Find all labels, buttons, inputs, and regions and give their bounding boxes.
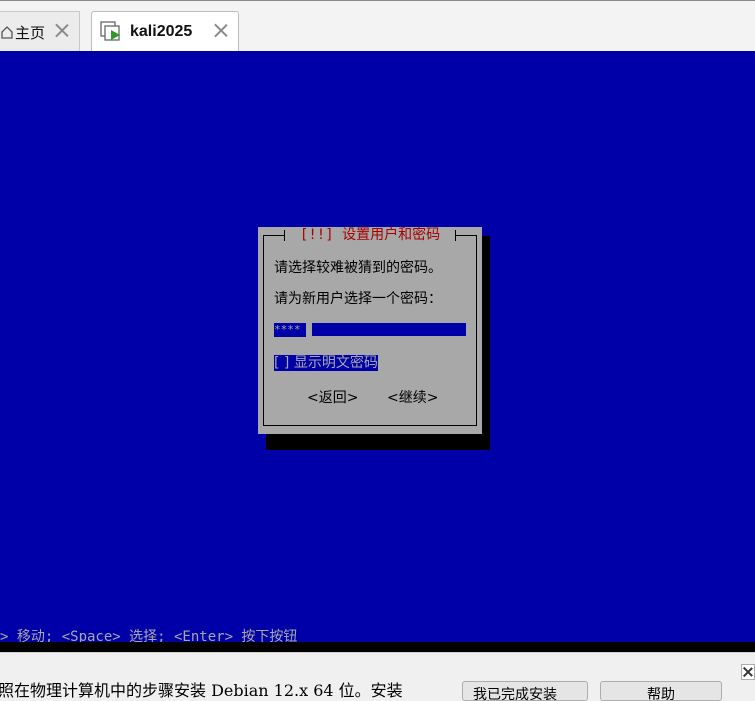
tab-home[interactable]: 主页 bbox=[0, 11, 80, 52]
install-info-bar: 照在物理计算机中的步骤安装 Debian 12.x 64 位。安装 我已完成安装… bbox=[0, 652, 755, 701]
back-button[interactable]: <返回> bbox=[307, 387, 358, 407]
vm-icon bbox=[100, 21, 120, 41]
tab-strip: 主页 kali2025 bbox=[0, 0, 755, 52]
close-icon[interactable] bbox=[55, 23, 69, 37]
dialog-line-1: 请选择较难被猜到的密码。 bbox=[274, 260, 442, 276]
show-password-checkbox[interactable]: [ ] 显示明文密码 bbox=[274, 355, 378, 371]
console-bottom-bar bbox=[0, 642, 755, 652]
tab-home-label: 主页 bbox=[15, 23, 46, 42]
home-icon bbox=[1, 26, 13, 39]
tab-kali2025-label: kali2025 bbox=[130, 23, 193, 40]
dialog-title: [!!] 设置用户和密码 bbox=[299, 227, 441, 243]
password-field-rest[interactable] bbox=[312, 323, 466, 337]
password-input[interactable]: **** bbox=[274, 323, 466, 337]
close-icon[interactable] bbox=[214, 23, 228, 37]
install-complete-button[interactable]: 我已完成安装 bbox=[462, 681, 588, 701]
continue-button[interactable]: <继续> bbox=[387, 387, 438, 407]
password-value: **** bbox=[274, 323, 306, 337]
help-button[interactable]: 帮助 bbox=[600, 681, 722, 701]
install-info-text: 照在物理计算机中的步骤安装 Debian 12.x 64 位。安装 bbox=[0, 681, 403, 700]
vm-console-screen[interactable]: [!!] 设置用户和密码 请选择较难被猜到的密码。 请为新用户选择一个密码： *… bbox=[0, 51, 755, 645]
dialog-line-2: 请为新用户选择一个密码： bbox=[274, 291, 442, 307]
tab-kali2025[interactable]: kali2025 bbox=[91, 11, 239, 52]
close-icon[interactable] bbox=[741, 664, 755, 680]
password-dialog: [!!] 设置用户和密码 请选择较难被猜到的密码。 请为新用户选择一个密码： *… bbox=[258, 227, 482, 434]
